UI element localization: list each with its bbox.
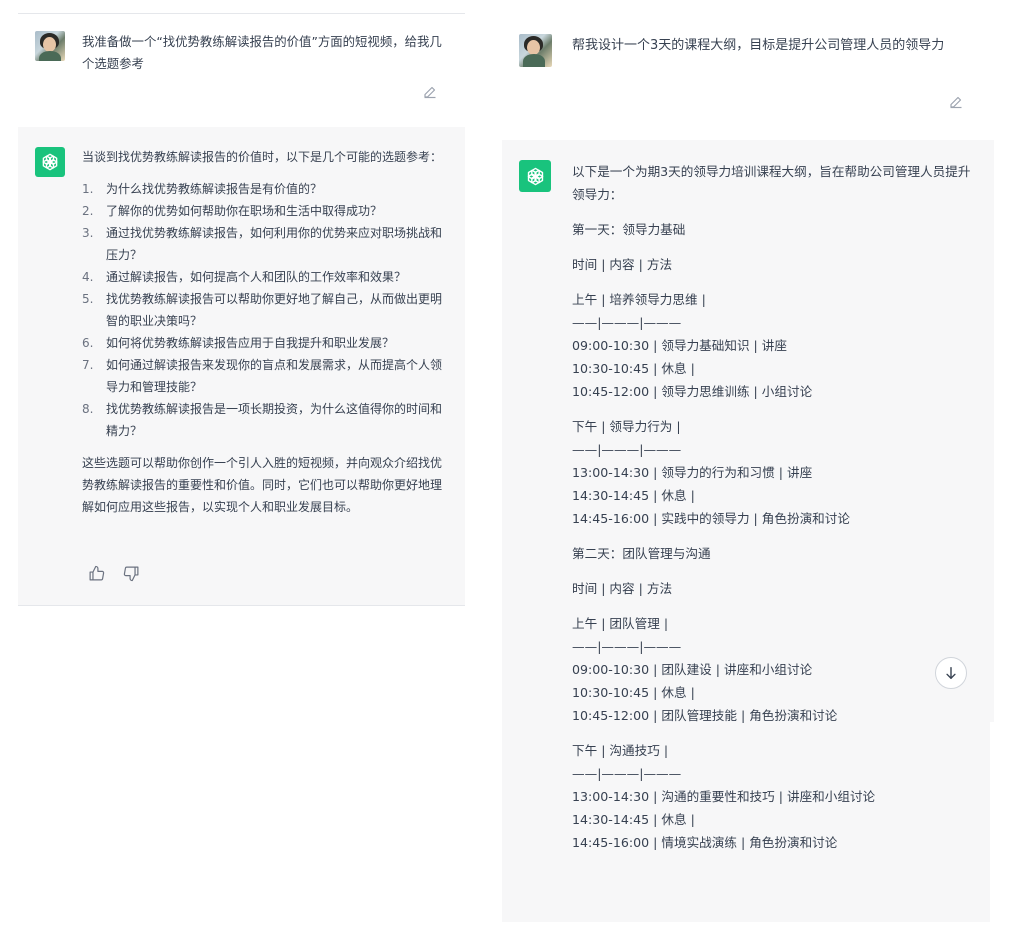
- edit-icon[interactable]: [948, 94, 964, 110]
- thumbs-up-icon[interactable]: [88, 565, 105, 582]
- schedule-row: 09:00-10:30 | 领导力基础知识 | 讲座: [572, 338, 787, 353]
- schedule-row: 10:30-10:45 | 休息 |: [572, 685, 695, 700]
- day1-title: 第一天：领导力基础: [572, 222, 686, 237]
- schedule-row: 10:30-10:45 | 休息 |: [572, 361, 695, 376]
- list-item: 7. 如何通过解读报告来发现你的盲点和发展需求，从而提高个人领导力和管理技能？: [82, 358, 443, 394]
- assistant-outro: 这些选题可以帮助你创作一个引人入胜的短视频，并向观众介绍找优势教练解读报告的重要…: [82, 456, 443, 514]
- right-user-message: 帮我设计一个3天的课程大纲，目标是提升公司管理人员的领导力: [572, 38, 945, 53]
- list-item: 1. 为什么找优势教练解读报告是有价值的？: [82, 182, 323, 196]
- d2-am-title: 上午 | 团队管理 |: [572, 616, 669, 631]
- schedule-row: 13:00-14:30 | 沟通的重要性和技巧 | 讲座和小组讨论: [572, 789, 876, 804]
- thumbs-down-icon[interactable]: [123, 565, 140, 582]
- list-item: 4. 通过解读报告，如何提高个人和团队的工作效率和效果？: [82, 270, 407, 284]
- chatgpt-logo-icon: [35, 147, 65, 177]
- assistant-intro: 以下是一个为期3天的领导力培训课程大纲，旨在帮助公司管理人员提升领导力：: [572, 164, 971, 202]
- header-row: 时间 | 内容 | 方法: [572, 581, 673, 596]
- list-item: 3. 通过找优势教练解读报告，如何利用你的优势来应对职场挑战和压力？: [82, 226, 443, 262]
- chatgpt-logo-icon: [519, 160, 551, 192]
- user-avatar: [35, 31, 65, 61]
- schedule-row: 14:30-14:45 | 休息 |: [572, 488, 695, 503]
- schedule-row: 10:45-12:00 | 团队管理技能 | 角色扮演和讨论: [572, 708, 838, 723]
- separator: ——|———|———: [572, 442, 682, 457]
- scroll-to-bottom-button[interactable]: [935, 657, 967, 689]
- edit-icon[interactable]: [422, 84, 438, 100]
- separator: ——|———|———: [572, 315, 682, 330]
- list-item: 2. 了解你的优势如何帮助你在职场和生活中取得成功？: [82, 204, 383, 218]
- left-assistant-message-block: 当谈到找优势教练解读报告的价值时，以下是几个可能的选题参考： 1. 为什么找优势教…: [18, 127, 465, 606]
- assistant-intro: 当谈到找优势教练解读报告的价值时，以下是几个可能的选题参考：: [82, 150, 443, 164]
- right-user-message-block: 帮我设计一个3天的课程大纲，目标是提升公司管理人员的领导力: [502, 12, 994, 140]
- user-avatar: [519, 34, 552, 67]
- separator: ——|———|———: [572, 639, 682, 654]
- schedule-row: 13:00-14:30 | 领导力的行为和习惯 | 讲座: [572, 465, 813, 480]
- d2-pm-title: 下午 | 沟通技巧 |: [572, 743, 669, 758]
- schedule-row: 14:45-16:00 | 实践中的领导力 | 角色扮演和讨论: [572, 511, 850, 526]
- list-item: 5. 找优势教练解读报告可以帮助你更好地了解自己，从而做出更明智的职业决策吗？: [82, 292, 443, 328]
- right-assistant-content: 以下是一个为期3天的领导力培训课程大纲，旨在帮助公司管理人员提升领导力： 第一天…: [572, 160, 972, 854]
- feedback-buttons: [88, 565, 140, 582]
- list-item: 6. 如何将优势教练解读报告应用于自我提升和职业发展？: [82, 336, 395, 350]
- schedule-row: 09:00-10:30 | 团队建设 | 讲座和小组讨论: [572, 662, 813, 677]
- d1-am-title: 上午 | 培养领导力思维 |: [572, 292, 706, 307]
- day2-title: 第二天：团队管理与沟通: [572, 546, 711, 561]
- topic-list: 1. 为什么找优势教练解读报告是有价值的？ 2. 了解你的优势如何帮助你在职场和生活…: [82, 178, 444, 442]
- d1-pm-title: 下午 | 领导力行为 |: [572, 419, 681, 434]
- schedule-row: 10:45-12:00 | 领导力思维训练 | 小组讨论: [572, 384, 813, 399]
- left-assistant-content: 当谈到找优势教练解读报告的价值时，以下是几个可能的选题参考： 1. 为什么找优势教…: [82, 146, 444, 518]
- left-user-message: 我准备做一个“找优势教练解读报告的价值”方面的短视频，给我几个选题参考: [82, 34, 442, 71]
- left-user-message-block: 我准备做一个“找优势教练解读报告的价值”方面的短视频，给我几个选题参考: [18, 14, 465, 127]
- arrow-down-icon: [946, 667, 956, 679]
- schedule-row: 14:45-16:00 | 情境实战演练 | 角色扮演和讨论: [572, 835, 838, 850]
- schedule-row: 14:30-14:45 | 休息 |: [572, 812, 695, 827]
- separator: ——|———|———: [572, 766, 682, 781]
- header-row: 时间 | 内容 | 方法: [572, 257, 673, 272]
- list-item: 8. 找优势教练解读报告是一项长期投资，为什么这值得你的时间和精力？: [82, 402, 443, 438]
